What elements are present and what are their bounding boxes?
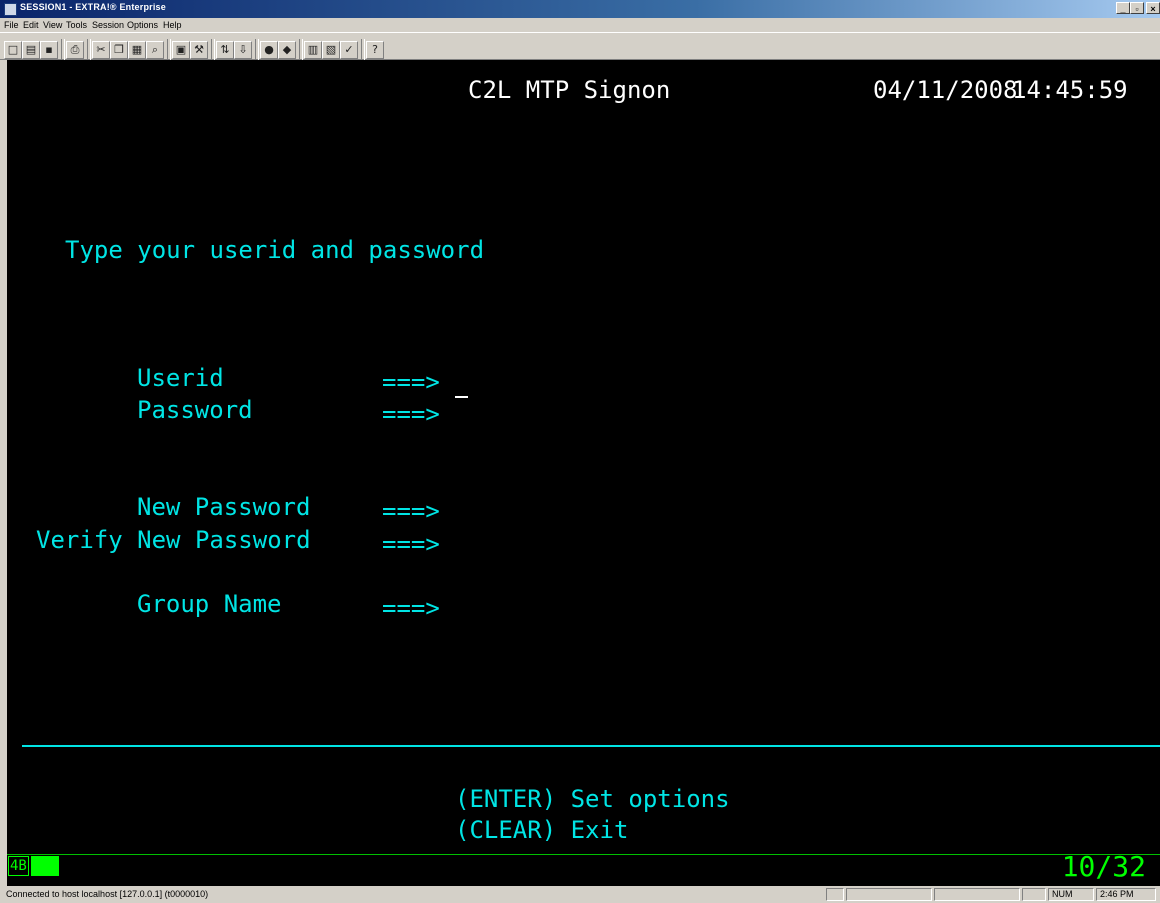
copy-icon[interactable]: ❐ xyxy=(110,41,128,59)
new-password-input[interactable] xyxy=(455,495,1055,521)
menu-options[interactable]: Options xyxy=(127,20,158,30)
verify-password-input[interactable] xyxy=(455,528,1055,554)
help-icon[interactable]: ? xyxy=(366,41,384,59)
new-icon[interactable]: □ xyxy=(4,41,22,59)
status-panel xyxy=(1022,888,1046,901)
status-bar: Connected to host localhost [127.0.0.1] … xyxy=(0,886,1160,903)
menu-help[interactable]: Help xyxy=(163,20,182,30)
verify-password-label: Verify New Password xyxy=(36,526,311,554)
save-icon[interactable]: ▪ xyxy=(40,41,58,59)
verify-password-arrow: ===> xyxy=(382,530,440,558)
transfer-icon[interactable]: ⇅ xyxy=(216,41,234,59)
menu-tools[interactable]: Tools xyxy=(66,20,87,30)
macro-record-icon[interactable]: ● xyxy=(260,41,278,59)
group-name-arrow: ===> xyxy=(382,594,440,622)
macro-run-icon[interactable]: ◆ xyxy=(278,41,296,59)
menu-bar: File Edit View Tools Session Options Hel… xyxy=(0,18,1160,32)
new-password-arrow: ===> xyxy=(382,497,440,525)
status-panel xyxy=(846,888,932,901)
print-icon[interactable]: ⎙ xyxy=(66,41,84,59)
userid-label: Userid xyxy=(137,364,224,392)
menu-edit[interactable]: Edit xyxy=(23,20,39,30)
instruction-text: Type your userid and password xyxy=(65,236,485,264)
app-icon[interactable] xyxy=(4,3,17,16)
cursor-position: 10/32 xyxy=(1061,850,1146,883)
maximize-button[interactable]: ▫ xyxy=(1130,2,1144,14)
password-input[interactable] xyxy=(455,398,1055,424)
password-arrow: ===> xyxy=(382,400,440,428)
userid-arrow: ===> xyxy=(382,368,440,396)
find-icon[interactable]: ⌕ xyxy=(146,41,164,59)
password-label: Password xyxy=(137,396,253,424)
divider xyxy=(22,745,1160,747)
screen-date: 04/11/2008 xyxy=(873,76,1018,104)
session-indicator: 4B xyxy=(8,856,59,880)
window-title-bar[interactable]: SESSION1 - EXTRA!® Enterprise _ ▫ × xyxy=(0,0,1160,18)
enter-key-hint: (ENTER) Set options xyxy=(455,785,730,813)
num-lock-indicator: NUM xyxy=(1048,888,1094,901)
status-message: Connected to host localhost [127.0.0.1] … xyxy=(6,889,209,899)
check-icon[interactable]: ✓ xyxy=(340,41,358,59)
new-password-label: New Password xyxy=(137,493,311,521)
session-icon[interactable]: ▣ xyxy=(172,41,190,59)
terminal-screen[interactable]: C2L MTP Signon 04/11/2008 14:45:59 Type … xyxy=(7,60,1160,886)
paste-icon[interactable]: ▦ xyxy=(128,41,146,59)
receive-icon[interactable]: ⇩ xyxy=(234,41,252,59)
toolbar: □ ▤ ▪ ⎙ ✂ ❐ ▦ ⌕ ▣ ⚒ ⇅ ⇩ ● ◆ ▥ ▧ ✓ ? xyxy=(0,32,1160,61)
status-panel xyxy=(934,888,1020,901)
status-panel xyxy=(826,888,844,901)
menu-session[interactable]: Session xyxy=(92,20,124,30)
open-icon[interactable]: ▤ xyxy=(22,41,40,59)
screen-title: C2L MTP Signon xyxy=(468,76,671,104)
menu-view[interactable]: View xyxy=(43,20,62,30)
form-icon[interactable]: ▧ xyxy=(322,41,340,59)
chart-icon[interactable]: ▥ xyxy=(304,41,322,59)
close-button[interactable]: × xyxy=(1146,2,1160,14)
screen-time: 14:45:59 xyxy=(1012,76,1128,104)
cut-icon[interactable]: ✂ xyxy=(92,41,110,59)
minimize-button[interactable]: _ xyxy=(1116,2,1130,14)
clear-key-hint: (CLEAR) Exit xyxy=(455,816,629,844)
group-name-label: Group Name xyxy=(137,590,282,618)
tools-icon[interactable]: ⚒ xyxy=(190,41,208,59)
group-name-input[interactable] xyxy=(455,592,1055,618)
window-title: SESSION1 - EXTRA!® Enterprise xyxy=(20,2,166,12)
status-clock: 2:46 PM xyxy=(1096,888,1156,901)
oia-divider xyxy=(7,854,1160,855)
menu-file[interactable]: File xyxy=(4,20,19,30)
